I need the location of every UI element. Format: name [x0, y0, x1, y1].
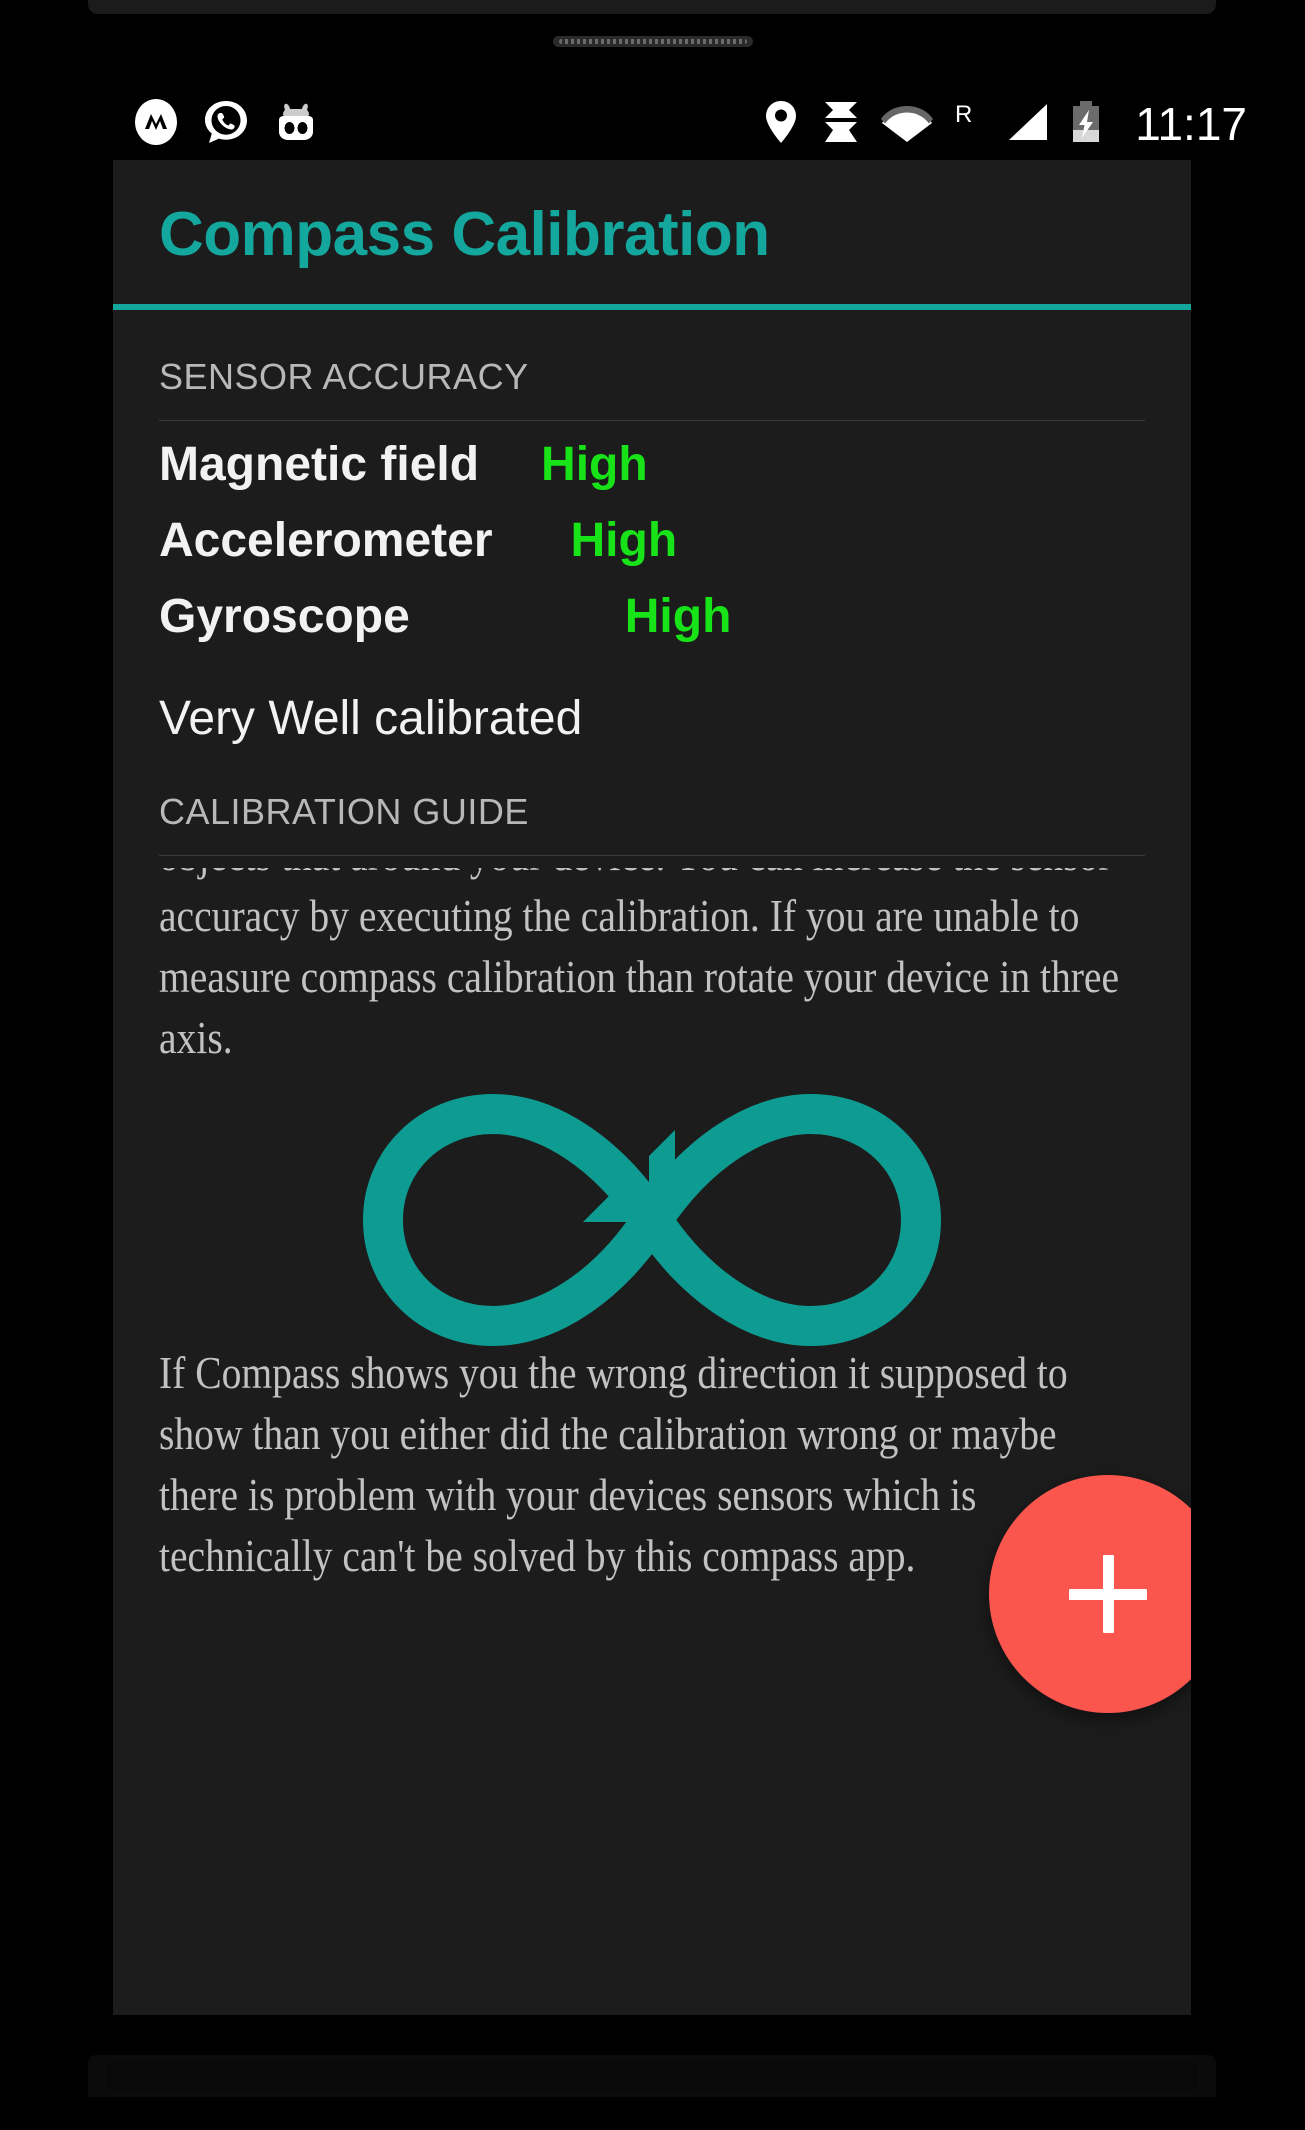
- bowtie-icon: [819, 98, 863, 151]
- roaming-icon: R: [951, 98, 983, 151]
- calibration-guide-scroll[interactable]: objects that around your device. You can…: [159, 868, 1145, 1878]
- device-top-bezel: [88, 0, 1216, 14]
- status-bar-system-icons: R 11:17: [761, 98, 1247, 151]
- calibration-guide-header: CALIBRATION GUIDE: [159, 791, 529, 832]
- calibration-guide-paragraph-top: objects that around your device. You can…: [159, 868, 1120, 1063]
- action-bar: Compass Calibration: [113, 160, 1191, 310]
- page-title: Compass Calibration: [159, 200, 770, 269]
- battery-charging-icon: [1069, 98, 1103, 151]
- calibration-status-text: Very Well calibrated: [159, 692, 583, 745]
- sensor-accuracy-section: SENSOR ACCURACY Magnetic field High Acce…: [159, 310, 1145, 743]
- cyanogenmod-icon: [272, 98, 320, 151]
- sensor-status-badge: High: [570, 514, 678, 567]
- infinity-figure-wrap: [159, 1090, 1145, 1355]
- whatsapp-icon: [202, 98, 250, 151]
- status-bar: R 11:17: [0, 86, 1305, 162]
- status-bar-notification-icons: [132, 98, 320, 151]
- app-window: Compass Calibration SENSOR ACCURACY Magn…: [113, 160, 1191, 2015]
- messenger-icon: [132, 98, 180, 151]
- sensor-label: Gyroscope: [159, 590, 410, 643]
- sensor-row-gyroscope: Gyroscope High: [159, 593, 1145, 669]
- sensor-status-badge: High: [541, 438, 648, 491]
- sensor-label: Accelerometer: [159, 514, 493, 567]
- infinity-motion-icon: [357, 1090, 947, 1355]
- sensor-accuracy-header: SENSOR ACCURACY: [159, 356, 529, 397]
- device-bottom-bezel: [88, 2055, 1216, 2097]
- location-pin-icon: [761, 98, 801, 151]
- svg-text:R: R: [955, 101, 972, 128]
- status-bar-clock: 11:17: [1135, 98, 1247, 150]
- wifi-icon: [881, 98, 934, 151]
- sensor-list: Magnetic field High Accelerometer High G…: [159, 421, 1145, 669]
- earpiece-speaker: [553, 36, 753, 47]
- sensor-status-badge: High: [624, 590, 732, 643]
- signal-bars-icon: [1001, 98, 1051, 151]
- plus-icon: [1069, 1555, 1147, 1633]
- calibration-guide-section: CALIBRATION GUIDE objects that around yo…: [159, 743, 1145, 1878]
- phone-screen: R 11:17 Compass Calibration SENSOR ACCUR…: [0, 0, 1305, 2130]
- sensor-row-accelerometer: Accelerometer High: [159, 517, 1145, 593]
- sensor-row-magnetic-field: Magnetic field High: [159, 441, 1145, 517]
- calibration-guide-divider: [159, 855, 1145, 856]
- sensor-label: Magnetic field: [159, 438, 480, 491]
- calibration-guide-paragraph-bottom: If Compass shows you the wrong direction…: [159, 1347, 1068, 1581]
